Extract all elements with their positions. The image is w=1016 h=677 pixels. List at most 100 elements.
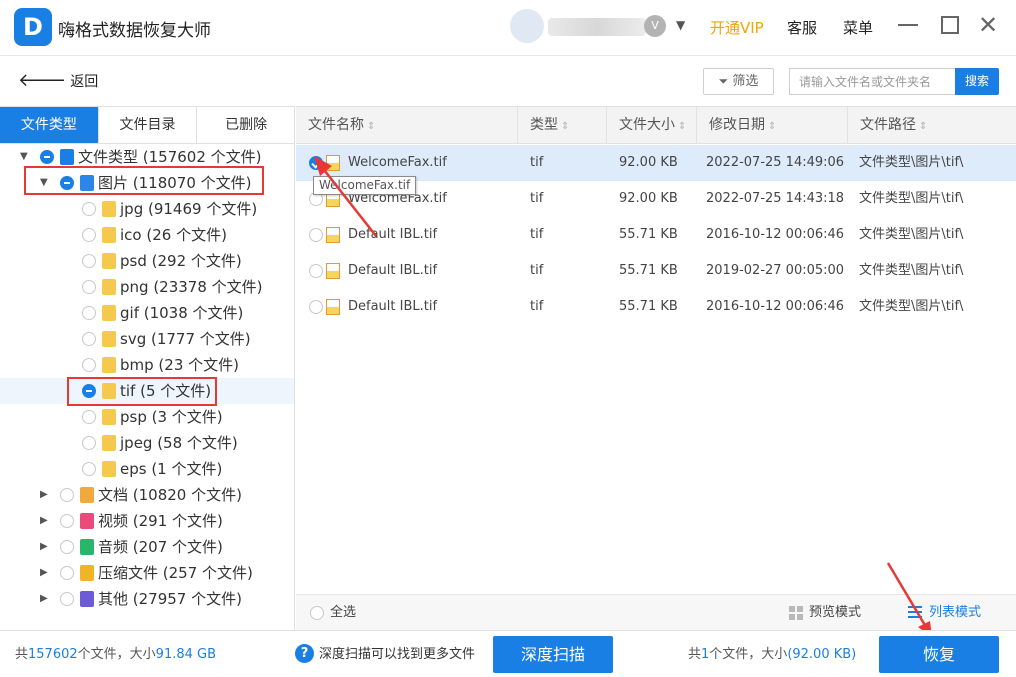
folder-icon [102, 461, 116, 477]
file-path: 文件类型\图片\tif\ [859, 227, 964, 242]
file-size: 55.71 KB [619, 299, 678, 314]
tree-node-checkbox[interactable] [60, 566, 74, 580]
user-avatar[interactable] [510, 9, 544, 43]
tree-node[interactable]: jpeg (58 个文件) [0, 430, 294, 456]
column-header-path[interactable]: 文件路径 ⇕ [848, 107, 1016, 143]
file-path: 文件类型\图片\tif\ [859, 155, 964, 170]
tree-node[interactable]: ▶ 音频 (207 个文件) [0, 534, 294, 560]
highlight-box-images [24, 166, 264, 195]
tab-file-type[interactable]: 文件类型 [0, 107, 99, 143]
vip-button[interactable]: 开通VIP [710, 17, 764, 38]
status-bar: 共157602个文件，大小91.84 GB ? 深度扫描可以找到更多文件 深度扫… [0, 630, 1016, 677]
deep-scan-button[interactable]: 深度扫描 [493, 636, 613, 673]
tree-node-label: bmp (23 个文件) [120, 356, 239, 374]
maximize-icon[interactable] [941, 16, 959, 34]
user-dropdown-icon[interactable]: ▼ [676, 18, 685, 32]
select-all-label[interactable]: 全选 [330, 595, 356, 631]
search-input[interactable] [789, 68, 955, 95]
file-type: tif [530, 155, 544, 170]
preview-mode-button[interactable]: 预览模式 [809, 595, 861, 631]
file-path: 文件类型\图片\tif\ [859, 191, 964, 206]
tree-node-checkbox[interactable] [82, 436, 96, 450]
filter-button[interactable]: ⏷ 筛选 [703, 68, 774, 95]
sort-icon: ⇕ [561, 121, 570, 132]
tree-node-checkbox[interactable] [60, 488, 74, 502]
tree-node[interactable]: ▶ 压缩文件 (257 个文件) [0, 560, 294, 586]
file-type: tif [530, 299, 544, 314]
tree-node-label: jpeg (58 个文件) [120, 434, 238, 452]
view-tabs: 文件类型 文件目录 已删除 [0, 106, 295, 144]
table-row[interactable]: Default IBL.tif tif 55.71 KB 2016-10-12 00:… [296, 289, 1016, 325]
archive-icon [80, 565, 94, 581]
tree-node[interactable]: svg (1777 个文件) [0, 326, 294, 352]
column-header-type[interactable]: 类型 ⇕ [518, 107, 607, 143]
expand-toggle-icon[interactable]: ▶ [40, 586, 48, 612]
minimize-icon[interactable] [898, 24, 918, 26]
computer-icon [60, 149, 74, 165]
help-icon[interactable]: ? [295, 644, 314, 663]
tree-node[interactable]: psp (3 个文件) [0, 404, 294, 430]
file-type: tif [530, 263, 544, 278]
tree-node-checkbox[interactable] [40, 150, 54, 164]
back-button[interactable]: 🡐 返回 [18, 70, 98, 91]
tree-node-label: 音频 (207 个文件) [98, 538, 223, 556]
video-icon [80, 513, 94, 529]
tree-node[interactable]: ▶ 文档 (10820 个文件) [0, 482, 294, 508]
tree-node[interactable]: ▶ 其他 (27957 个文件) [0, 586, 294, 612]
tree-node[interactable]: psd (292 个文件) [0, 248, 294, 274]
annotation-arrow [314, 156, 377, 237]
folder-icon [102, 201, 116, 217]
folder-icon [102, 331, 116, 347]
tree-node[interactable]: eps (1 个文件) [0, 456, 294, 482]
folder-icon [102, 409, 116, 425]
audio-icon [80, 539, 94, 555]
column-header-date[interactable]: 修改日期 ⇕ [697, 107, 848, 143]
back-arrow-icon: 🡐 [18, 70, 67, 91]
tif-file-icon [326, 299, 340, 315]
tree-node[interactable]: bmp (23 个文件) [0, 352, 294, 378]
tree-node-checkbox[interactable] [82, 410, 96, 424]
tab-deleted[interactable]: 已删除 [197, 107, 295, 143]
expand-toggle-icon[interactable]: ▶ [40, 482, 48, 508]
tab-file-directory[interactable]: 文件目录 [99, 107, 198, 143]
tree-node-checkbox[interactable] [82, 462, 96, 476]
tree-node-checkbox[interactable] [82, 228, 96, 242]
tree-node-checkbox[interactable] [82, 254, 96, 268]
tree-node-checkbox[interactable] [60, 540, 74, 554]
select-all-checkbox[interactable] [310, 606, 324, 620]
username-blurred[interactable] [548, 18, 646, 36]
expand-toggle-icon[interactable]: ▶ [40, 508, 48, 534]
row-checkbox[interactable] [309, 264, 323, 278]
service-button[interactable]: 客服 [787, 17, 817, 38]
tree-node-label: 压缩文件 (257 个文件) [98, 564, 253, 582]
tree-node[interactable]: png (23378 个文件) [0, 274, 294, 300]
tree-node-checkbox[interactable] [82, 202, 96, 216]
tree-node[interactable]: jpg (91469 个文件) [0, 196, 294, 222]
tree-node[interactable]: gif (1038 个文件) [0, 300, 294, 326]
tree-node-label: ico (26 个文件) [120, 226, 227, 244]
menu-button[interactable]: 菜单 [843, 17, 873, 38]
tree-node[interactable]: ▶ 视频 (291 个文件) [0, 508, 294, 534]
file-list-panel: 文件名称 ⇕ 类型 ⇕ 文件大小 ⇕ 修改日期 ⇕ 文件路径 ⇕ WelcomeFax.t… [296, 106, 1016, 630]
column-header-size[interactable]: 文件大小 ⇕ [607, 107, 697, 143]
close-icon[interactable]: ✕ [978, 10, 998, 40]
tree-node-checkbox[interactable] [82, 332, 96, 346]
app-logo-icon: D [14, 8, 52, 46]
tree-node-checkbox[interactable] [82, 280, 96, 294]
filter-label: 筛选 [732, 74, 759, 89]
folder-icon [102, 227, 116, 243]
expand-toggle-icon[interactable]: ▶ [40, 560, 48, 586]
tree-node-label: png (23378 个文件) [120, 278, 263, 296]
search-button[interactable]: 搜索 [955, 68, 999, 95]
row-checkbox[interactable] [309, 300, 323, 314]
sort-icon: ⇕ [678, 121, 687, 132]
tree-node-checkbox[interactable] [60, 592, 74, 606]
file-type: tif [530, 191, 544, 206]
tree-node[interactable]: ico (26 个文件) [0, 222, 294, 248]
tree-node-checkbox[interactable] [82, 358, 96, 372]
tree-node-checkbox[interactable] [60, 514, 74, 528]
preview-mode-icon[interactable] [789, 606, 803, 620]
recover-button[interactable]: 恢复 [879, 636, 999, 673]
expand-toggle-icon[interactable]: ▶ [40, 534, 48, 560]
tree-node-checkbox[interactable] [82, 306, 96, 320]
